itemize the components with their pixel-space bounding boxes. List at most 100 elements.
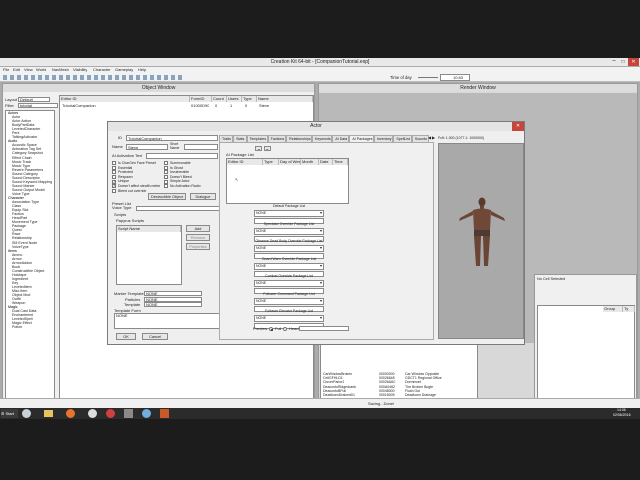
package-group-dropdown[interactable]: NONE ▾ xyxy=(254,245,324,252)
col-ty[interactable]: Ty xyxy=(623,306,635,312)
tab-ai-packages[interactable]: AI Packages xyxy=(349,135,374,142)
ai-packages-panel: ◂ ▸ AI Package List Editor ID Type Day of … xyxy=(219,142,434,340)
col-name[interactable]: Name xyxy=(257,96,313,102)
status-bar: Saving...Done! xyxy=(0,398,640,408)
col-formid[interactable]: FormID xyxy=(190,96,212,102)
filter-dropdown-value: Default xyxy=(20,98,33,102)
destructible-object-button[interactable]: Destructible Object xyxy=(148,193,186,200)
filter-label: Filter xyxy=(5,103,14,108)
tab-templates[interactable]: Templates xyxy=(246,135,268,142)
clock-date[interactable]: 02/06/2016 xyxy=(613,413,631,418)
script-name-col[interactable]: Script Name xyxy=(117,226,181,232)
chevron-down-icon: ▾ xyxy=(319,245,322,250)
tab-stats[interactable]: Stats xyxy=(233,135,247,142)
recorder-icon[interactable] xyxy=(106,409,115,418)
package-group-dropdown[interactable]: NONE ▾ xyxy=(254,262,324,270)
marker-template-dropdown[interactable]: NONE xyxy=(144,291,202,296)
start-button[interactable]: ⊞ Start xyxy=(1,409,18,418)
script-list[interactable]: Script Name xyxy=(116,225,182,285)
package-group-dropdown[interactable]: NONE ▾ xyxy=(254,210,324,217)
category-tree[interactable]: Actors Actor Actor Action BodyPartData Level… xyxy=(5,110,55,408)
package-col[interactable]: Editor ID xyxy=(227,159,263,165)
panel-button-2[interactable]: ▸ xyxy=(264,146,271,151)
tab-traits[interactable]: Traits xyxy=(219,135,234,142)
package-list[interactable]: Editor ID Type Day of Week Month Date Time ↖ xyxy=(226,158,349,204)
package-group-dropdown[interactable]: NONE ▾ xyxy=(254,315,324,322)
col-type[interactable]: Type xyxy=(242,96,257,102)
cell-object-list[interactable]: Group Ty xyxy=(537,305,635,405)
media-icon[interactable] xyxy=(88,409,97,418)
template-label: Template xyxy=(124,302,141,307)
actor-preview[interactable] xyxy=(438,143,524,339)
minimize-icon[interactable]: – xyxy=(610,58,618,66)
scripts-label: Scripts xyxy=(114,212,127,217)
actor-close-icon[interactable]: ✕ xyxy=(512,122,524,131)
window-controls: – □ ✕ xyxy=(608,58,640,66)
flag-checkbox[interactable] xyxy=(164,184,168,189)
name-label: Name xyxy=(112,144,123,149)
toolbar-icons[interactable] xyxy=(3,75,183,80)
flag-row[interactable]: No Activation Radio xyxy=(164,184,219,189)
app-icon-3[interactable] xyxy=(160,409,169,418)
template-form-box[interactable]: NONE xyxy=(114,313,222,329)
tab-ai-data[interactable]: AI Data xyxy=(332,135,350,142)
filter-dropdown[interactable]: Default xyxy=(18,97,50,102)
tab-keywords[interactable]: Keywords xyxy=(311,135,333,142)
tab-relationships[interactable]: Relationships xyxy=(286,135,312,142)
time-of-day-slider[interactable] xyxy=(418,77,438,78)
filter-input[interactable]: tutorial xyxy=(18,103,58,108)
maximize-icon[interactable]: □ xyxy=(619,58,627,66)
id-input[interactable]: TutorialCompanion xyxy=(126,135,218,141)
steam-icon[interactable] xyxy=(22,409,31,418)
properties-button[interactable]: Properties xyxy=(186,243,210,250)
tab-inventory[interactable]: Inventory xyxy=(373,135,394,142)
package-col[interactable]: Time xyxy=(333,159,348,165)
package-col[interactable]: Day of Week xyxy=(279,159,301,165)
flag-checkbox[interactable] xyxy=(112,188,116,193)
package-col[interactable]: Month xyxy=(301,159,319,165)
app-icon-1[interactable] xyxy=(124,409,133,418)
ai-activation-input[interactable] xyxy=(146,153,218,159)
panel-button-1[interactable]: ◂ xyxy=(255,146,262,151)
package-group-dropdown[interactable]: NONE ▾ xyxy=(254,227,324,235)
cancel-button[interactable]: Cancel xyxy=(142,333,168,340)
package-group: Observe Dead Body Override Package List N… xyxy=(254,239,324,259)
tab-sounds[interactable]: Sounds xyxy=(411,135,429,142)
time-of-day-label: Time of day xyxy=(390,75,412,80)
tab-spelllist[interactable]: SpellList xyxy=(393,135,412,142)
cell-row[interactable]: DeadtownDrained01 00018005 Deadtown Draina… xyxy=(323,393,477,397)
dialogue-button[interactable]: Dialogue xyxy=(190,193,216,200)
col-group[interactable]: Group xyxy=(603,306,623,312)
col-editor-id[interactable]: Editor ID xyxy=(60,96,190,102)
app-icon-2[interactable] xyxy=(142,409,151,418)
chevron-down-icon: ▾ xyxy=(319,315,322,320)
voice-type-dropdown[interactable] xyxy=(136,206,220,211)
package-group-value: NONE xyxy=(256,298,267,303)
head-radio[interactable] xyxy=(283,327,287,331)
template-dropdown[interactable]: NONE xyxy=(144,302,202,307)
object-row[interactable]: TutorialCompanion 01000D90 0 1 0 Steve xyxy=(60,103,313,108)
name-input[interactable]: Steve xyxy=(126,144,168,150)
package-group-dropdown[interactable]: NONE ▾ xyxy=(254,297,324,305)
close-icon[interactable]: ✕ xyxy=(628,58,639,66)
package-group: Combat Override Package List NONE ▾ xyxy=(254,274,324,294)
firefox-icon[interactable] xyxy=(66,409,75,418)
package-col[interactable]: Type xyxy=(263,159,279,165)
short-name-input[interactable] xyxy=(184,144,218,150)
remove-script-button[interactable]: Remove xyxy=(186,234,210,241)
tree-item[interactable]: Potion xyxy=(6,325,54,329)
full-radio[interactable] xyxy=(269,327,273,331)
col-users[interactable]: Users xyxy=(227,96,242,102)
file-explorer-icon[interactable] xyxy=(44,410,53,417)
col-count[interactable]: Count xyxy=(212,96,227,102)
package-group-label: Default Package List xyxy=(272,204,306,208)
add-script-button[interactable]: Add xyxy=(186,225,210,232)
tab-scroll-right-icon[interactable]: ▶ xyxy=(432,135,436,141)
ok-button[interactable]: OK xyxy=(116,333,136,340)
tab-factions[interactable]: Factions xyxy=(267,135,287,142)
time-of-day-field[interactable]: 10.83 xyxy=(440,74,470,81)
package-group-dropdown[interactable]: NONE ▾ xyxy=(254,280,324,287)
package-col[interactable]: Date xyxy=(319,159,333,165)
preview-field[interactable] xyxy=(299,326,349,331)
app-title: Creation Kit 64-bit - [CompanionTutorial… xyxy=(0,58,640,66)
